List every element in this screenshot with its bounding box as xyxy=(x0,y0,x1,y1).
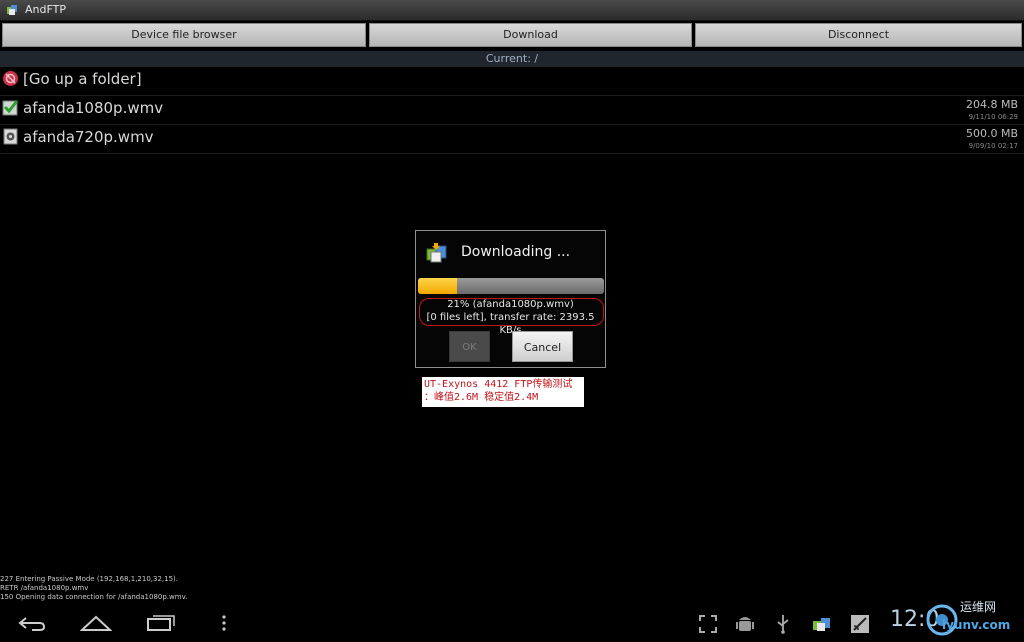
progress-percent-text: 21% (afanda1080p.wmv) xyxy=(447,299,574,310)
current-path: Current: / xyxy=(0,51,1024,67)
video-file-icon xyxy=(3,128,18,145)
watermark-text: 运维网 xyxy=(960,600,997,614)
log-line: RETR /afanda1080p.wmv xyxy=(0,584,89,592)
file-name: afanda720p.wmv xyxy=(23,128,154,146)
list-item-file[interactable]: afanda1080p.wmv 204.8 MB 9/11/10 06:29 xyxy=(0,96,1024,125)
list-item-file[interactable]: afanda720p.wmv 500.0 MB 9/09/10 02:17 xyxy=(0,125,1024,154)
list-item-go-up[interactable]: [Go up a folder] xyxy=(0,67,1024,96)
back-icon[interactable] xyxy=(18,616,46,632)
signal-icon xyxy=(851,615,869,633)
cancel-button[interactable]: Cancel xyxy=(512,331,573,362)
ftp-log: 227 Entering Passive Mode (192,168,1,210… xyxy=(0,575,187,602)
home-icon[interactable] xyxy=(80,614,112,632)
download-progress-bar xyxy=(418,278,604,294)
file-date: 9/11/10 06:29 xyxy=(968,113,1018,121)
download-app-icon xyxy=(426,243,447,263)
usb-icon xyxy=(777,615,789,634)
file-name: [Go up a folder] xyxy=(23,70,142,88)
progress-info: 21% (afanda1080p.wmv) [0 files left], tr… xyxy=(416,298,605,337)
up-folder-icon xyxy=(3,71,18,86)
caption-line-1: UT-Exynos 4412 FTP传输测试 xyxy=(424,379,573,390)
ok-button[interactable]: OK xyxy=(449,331,490,362)
system-bar xyxy=(0,606,1024,642)
file-size: 204.8 MB xyxy=(965,98,1018,111)
menu-icon[interactable] xyxy=(220,614,228,632)
log-line: 150 Opening data connection for /afanda1… xyxy=(0,593,188,601)
file-list: [Go up a folder] afanda1080p.wmv 204.8 M… xyxy=(0,67,1024,154)
android-debug-icon xyxy=(736,617,754,631)
watermark-url: iyunv.com xyxy=(942,618,1011,632)
test-caption: UT-Exynos 4412 FTP传输测试 ：峰值2.6M 稳定值2.4M xyxy=(422,377,584,407)
transfer-rate-text: [0 files left], transfer rate: 2393.5 KB… xyxy=(426,312,595,336)
caption-line-2: ：峰值2.6M 稳定值2.4M xyxy=(424,392,539,403)
andftp-app-icon xyxy=(7,5,17,15)
dialog-title: Downloading ... xyxy=(461,244,571,260)
andftp-notification-icon xyxy=(813,618,830,631)
disconnect-button[interactable]: Disconnect xyxy=(695,23,1022,47)
checked-file-icon xyxy=(2,100,19,116)
window-title: AndFTP xyxy=(25,3,66,16)
fullscreen-icon[interactable] xyxy=(699,615,717,633)
download-dialog: Downloading ... 21% (afanda1080p.wmv) [0… xyxy=(415,230,606,368)
file-date: 9/09/10 02:17 xyxy=(968,142,1018,150)
log-line: 227 Entering Passive Mode (192,168,1,210… xyxy=(0,575,178,583)
download-button[interactable]: Download xyxy=(369,23,692,47)
device-file-browser-button[interactable]: Device file browser xyxy=(2,23,366,47)
file-name: afanda1080p.wmv xyxy=(23,99,164,117)
title-bar: AndFTP xyxy=(0,0,1024,21)
progress-fill xyxy=(418,278,458,294)
recent-apps-icon[interactable] xyxy=(146,614,176,632)
toolbar: Device file browser Download Disconnect xyxy=(0,22,1024,48)
site-watermark: 运维网 iyunv.com xyxy=(922,596,1022,642)
file-size: 500.0 MB xyxy=(965,127,1018,140)
